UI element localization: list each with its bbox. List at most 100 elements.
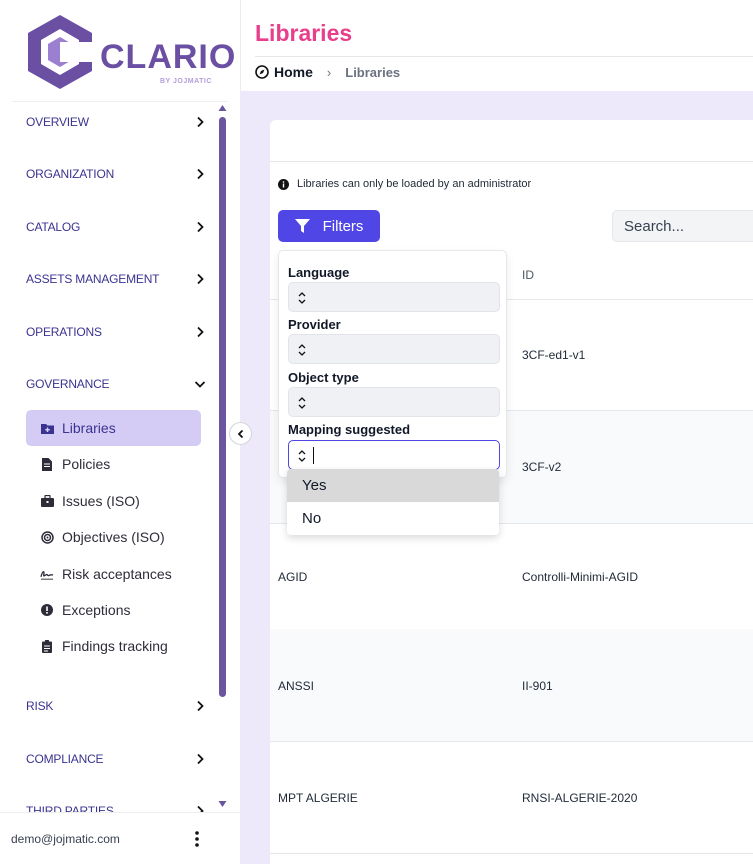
sidebar-section-risk[interactable]: RISK xyxy=(26,694,206,718)
filter-label-object-type: Object type xyxy=(288,370,359,385)
chevron-right-icon xyxy=(197,326,204,338)
table-row-stripe xyxy=(270,629,753,741)
sidebar-scrollbar-thumb[interactable] xyxy=(219,117,226,697)
filters-popover: Language Provider Object type Mapping su… xyxy=(278,250,507,478)
page-title: Libraries xyxy=(255,20,353,46)
sidebar-item-issues[interactable]: Issues (ISO) xyxy=(26,483,201,519)
page-header: Libraries Home › Libraries xyxy=(241,0,753,91)
breadcrumb-home-label: Home xyxy=(274,64,313,80)
table-cell-provider: ANSSI xyxy=(278,679,315,693)
brand-logo[interactable]: CLARIO BY JOJMATIC xyxy=(22,12,235,94)
table-cell-id[interactable]: Controlli-Minimi-AGID xyxy=(522,570,638,584)
sidebar-item-findings-tracking[interactable]: Findings tracking xyxy=(26,628,201,664)
select-updown-icon xyxy=(298,344,306,356)
sidebar-item-label: Policies xyxy=(62,456,111,472)
sidebar-section-third-parties[interactable]: THIRD PARTIES xyxy=(26,799,206,812)
user-email: demo@jojmatic.com xyxy=(11,832,120,846)
sidebar-section-governance[interactable]: GOVERNANCE xyxy=(26,372,206,396)
filters-button-label: Filters xyxy=(322,217,364,235)
briefcase-icon xyxy=(40,494,54,508)
breadcrumb-home-link[interactable]: Home xyxy=(255,64,313,80)
section-label: GOVERNANCE xyxy=(26,377,110,391)
section-label: COMPLIANCE xyxy=(26,752,104,766)
chevron-right-icon xyxy=(197,221,204,233)
language-select[interactable] xyxy=(288,282,500,312)
clario-logo-icon xyxy=(28,15,96,89)
object-type-select[interactable] xyxy=(288,387,500,417)
header-divider xyxy=(255,56,753,57)
filter-label-provider: Provider xyxy=(288,317,341,332)
card-header-divider xyxy=(270,161,753,162)
sidebar-collapse-button[interactable] xyxy=(229,422,252,445)
search-input[interactable] xyxy=(612,210,753,242)
table-cell-id[interactable]: II-901 xyxy=(522,679,553,693)
brand-name: CLARIO xyxy=(100,38,237,76)
sidebar-item-label: Objectives (ISO) xyxy=(62,529,165,545)
sidebar: CLARIO BY JOJMATIC OVERVIEW ORGANIZATION… xyxy=(0,0,241,864)
scroll-down-arrow-icon[interactable] xyxy=(218,800,227,808)
sidebar-section-overview[interactable]: OVERVIEW xyxy=(26,110,206,134)
section-label: ASSETS MANAGEMENT xyxy=(26,272,160,286)
provider-select[interactable] xyxy=(288,334,500,364)
filter-icon xyxy=(294,219,310,233)
mapping-suggested-options: Yes No xyxy=(287,469,499,535)
filters-button[interactable]: Filters xyxy=(278,210,380,242)
option-yes[interactable]: Yes xyxy=(287,469,499,502)
sidebar-footer: demo@jojmatic.com xyxy=(0,812,240,864)
section-label: OPERATIONS xyxy=(26,325,102,339)
chevron-down-icon xyxy=(194,381,206,388)
sidebar-item-policies[interactable]: Policies xyxy=(26,446,201,482)
sidebar-item-label: Issues (ISO) xyxy=(62,493,140,509)
file-icon xyxy=(40,457,54,471)
breadcrumb: Home › Libraries xyxy=(255,64,400,80)
kebab-menu-icon[interactable] xyxy=(190,829,204,849)
sidebar-item-label: Libraries xyxy=(62,420,116,436)
sidebar-item-label: Findings tracking xyxy=(62,638,168,654)
sidebar-nav: OVERVIEW ORGANIZATION CATALOG ASSETS MAN… xyxy=(0,102,220,812)
sidebar-item-label: Risk acceptances xyxy=(62,566,172,582)
chevron-left-icon xyxy=(237,429,243,438)
sidebar-item-libraries[interactable]: Libraries xyxy=(26,410,201,446)
sidebar-item-objectives[interactable]: Objectives (ISO) xyxy=(26,519,201,555)
sidebar-section-assets-management[interactable]: ASSETS MANAGEMENT xyxy=(26,267,206,291)
section-label: CATALOG xyxy=(26,220,81,234)
info-notice: Libraries can only be loaded by an admin… xyxy=(278,178,531,190)
filter-label-mapping-suggested: Mapping suggested xyxy=(288,422,411,437)
table-cell-id[interactable]: 3CF-v2 xyxy=(522,460,561,474)
select-updown-icon xyxy=(298,450,306,462)
filter-label-language: Language xyxy=(288,265,350,280)
chevron-right-icon xyxy=(197,805,204,812)
signature-icon xyxy=(40,567,54,581)
select-updown-icon xyxy=(298,397,306,409)
table-cell-id[interactable]: 3CF-ed1-v1 xyxy=(522,348,585,362)
table-cell-provider: AGID xyxy=(278,570,308,584)
chevron-right-icon xyxy=(197,116,204,128)
exclamation-circle-icon xyxy=(40,603,54,617)
brand-tagline: BY JOJMATIC xyxy=(160,78,212,85)
sidebar-item-risk-acceptances[interactable]: Risk acceptances xyxy=(26,556,201,592)
compass-icon xyxy=(255,65,269,79)
info-circle-icon xyxy=(278,178,289,190)
sidebar-item-label: Exceptions xyxy=(62,602,131,618)
sidebar-section-catalog[interactable]: CATALOG xyxy=(26,215,206,239)
sidebar-item-exceptions[interactable]: Exceptions xyxy=(26,592,201,628)
option-no[interactable]: No xyxy=(287,502,499,535)
target-icon xyxy=(40,530,54,544)
chevron-right-icon xyxy=(197,753,204,765)
breadcrumb-separator: › xyxy=(326,64,332,80)
row-divider xyxy=(270,853,753,854)
section-label: THIRD PARTIES xyxy=(26,804,114,812)
chevron-right-icon xyxy=(197,273,204,285)
sidebar-section-organization[interactable]: ORGANIZATION xyxy=(26,162,206,186)
text-caret xyxy=(313,447,314,464)
mapping-suggested-select[interactable] xyxy=(288,440,500,470)
folder-plus-icon xyxy=(40,421,54,435)
scroll-up-arrow-icon[interactable] xyxy=(218,104,227,112)
breadcrumb-current: Libraries xyxy=(345,64,401,80)
table-cell-id[interactable]: RNSI-ALGERIE-2020 xyxy=(522,791,637,805)
column-header-id: ID xyxy=(522,268,534,282)
clipboard-icon xyxy=(40,639,54,653)
sidebar-section-operations[interactable]: OPERATIONS xyxy=(26,320,206,344)
sidebar-section-compliance[interactable]: COMPLIANCE xyxy=(26,747,206,771)
section-label: ORGANIZATION xyxy=(26,167,115,181)
